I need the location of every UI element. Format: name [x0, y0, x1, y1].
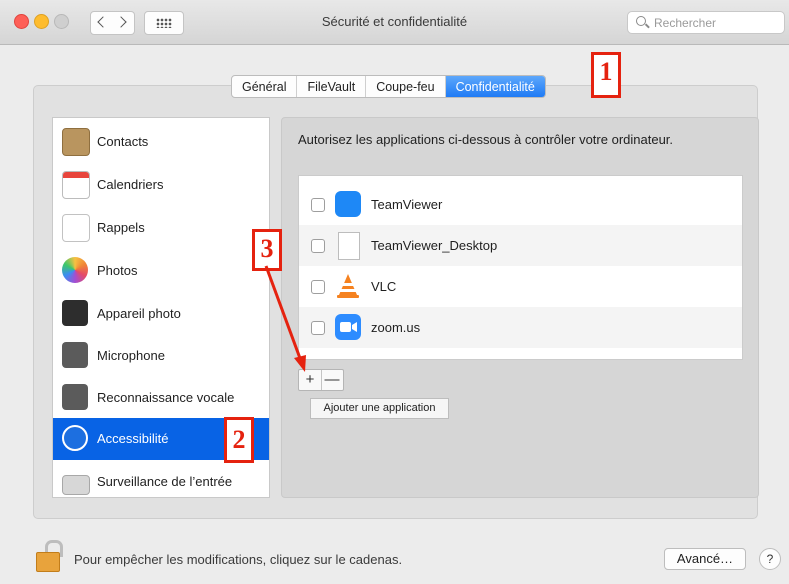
advanced-button[interactable]: Avancé…	[664, 548, 746, 570]
app-checkbox[interactable]	[311, 280, 325, 294]
teamviewer-icon	[335, 191, 361, 217]
preferences-window: Sécurité et confidentialité Général File…	[0, 0, 789, 584]
keyboard-icon	[62, 475, 90, 495]
app-name: zoom.us	[371, 320, 421, 335]
app-name: TeamViewer	[371, 197, 443, 212]
list-item[interactable]: zoom.us	[299, 307, 742, 348]
tab-general[interactable]: Général	[232, 76, 298, 97]
sidebar-item-label: Calendriers	[97, 177, 164, 192]
app-checkbox[interactable]	[311, 239, 325, 253]
zoom-icon	[335, 314, 361, 340]
sidebar-item-label: Appareil photo	[97, 306, 181, 321]
list-item[interactable]: TeamViewer	[299, 184, 742, 225]
annotation-marker-2: 2	[224, 417, 254, 463]
speech-recognition-icon	[62, 384, 88, 410]
title-bar: Sécurité et confidentialité	[0, 0, 789, 45]
microphone-icon	[62, 342, 88, 368]
contacts-icon	[62, 128, 90, 156]
sidebar-item-label: Reconnaissance vocale	[97, 390, 235, 405]
sidebar-item-reminders[interactable]: Rappels	[53, 207, 269, 249]
tab-bar: Général FileVault Coupe-feu Confidential…	[231, 75, 546, 98]
tab-filevault[interactable]: FileVault	[297, 76, 367, 97]
vlc-icon	[335, 273, 361, 299]
app-name: VLC	[371, 279, 397, 294]
app-checkbox[interactable]	[311, 321, 325, 335]
add-app-tooltip: Ajouter une application	[310, 398, 449, 419]
sidebar-item-label: Accessibilité	[97, 431, 169, 446]
sidebar-item-contacts[interactable]: Contacts	[53, 121, 269, 163]
sidebar-item-label: Photos	[97, 263, 138, 278]
remove-app-button[interactable]: —	[321, 370, 343, 390]
sidebar-item-label: Contacts	[97, 134, 149, 149]
sidebar-item-microphone[interactable]: Microphone	[53, 335, 269, 377]
sidebar-item-label: Surveillance de l’entrée	[97, 474, 233, 489]
document-icon	[338, 232, 360, 260]
tab-privacy[interactable]: Confidentialité	[445, 76, 545, 97]
sidebar-item-speech-recognition[interactable]: Reconnaissance vocale	[53, 377, 269, 419]
add-remove-control: + —	[298, 369, 344, 391]
list-item[interactable]: VLC	[299, 266, 742, 307]
search-field[interactable]	[627, 11, 785, 34]
photos-icon	[62, 257, 88, 283]
sidebar-item-input-monitoring[interactable]: Surveillance de l’entrée	[53, 461, 269, 497]
camera-icon	[62, 300, 88, 326]
help-button[interactable]: ?	[759, 548, 781, 570]
annotation-marker-1: 1	[591, 52, 621, 98]
tab-firewall[interactable]: Coupe-feu	[366, 76, 446, 97]
accessibility-description: Autorisez les applications ci-dessous à …	[298, 132, 674, 147]
add-app-button[interactable]: +	[299, 370, 322, 390]
accessibility-icon	[62, 425, 88, 451]
reminders-icon	[62, 214, 90, 242]
app-name: TeamViewer_Desktop	[371, 238, 498, 253]
sidebar-item-label: Microphone	[97, 348, 165, 363]
search-input[interactable]	[652, 14, 781, 32]
sidebar-item-photos[interactable]: Photos	[53, 250, 269, 292]
sidebar-item-calendars[interactable]: Calendriers	[53, 164, 269, 206]
list-item[interactable]: TeamViewer_Desktop	[299, 225, 742, 266]
app-list: TeamViewer TeamViewer_Desktop VLC zoom.u…	[298, 175, 743, 360]
app-checkbox[interactable]	[311, 198, 325, 212]
padlock-icon	[36, 552, 60, 572]
lock-button[interactable]	[36, 540, 63, 572]
lock-hint-text: Pour empêcher les modifications, cliquez…	[74, 552, 403, 567]
sidebar-item-camera[interactable]: Appareil photo	[53, 293, 269, 335]
calendar-icon	[62, 171, 90, 199]
annotation-marker-3: 3	[252, 229, 282, 271]
sidebar-item-label: Rappels	[97, 220, 145, 235]
search-icon	[636, 16, 646, 26]
